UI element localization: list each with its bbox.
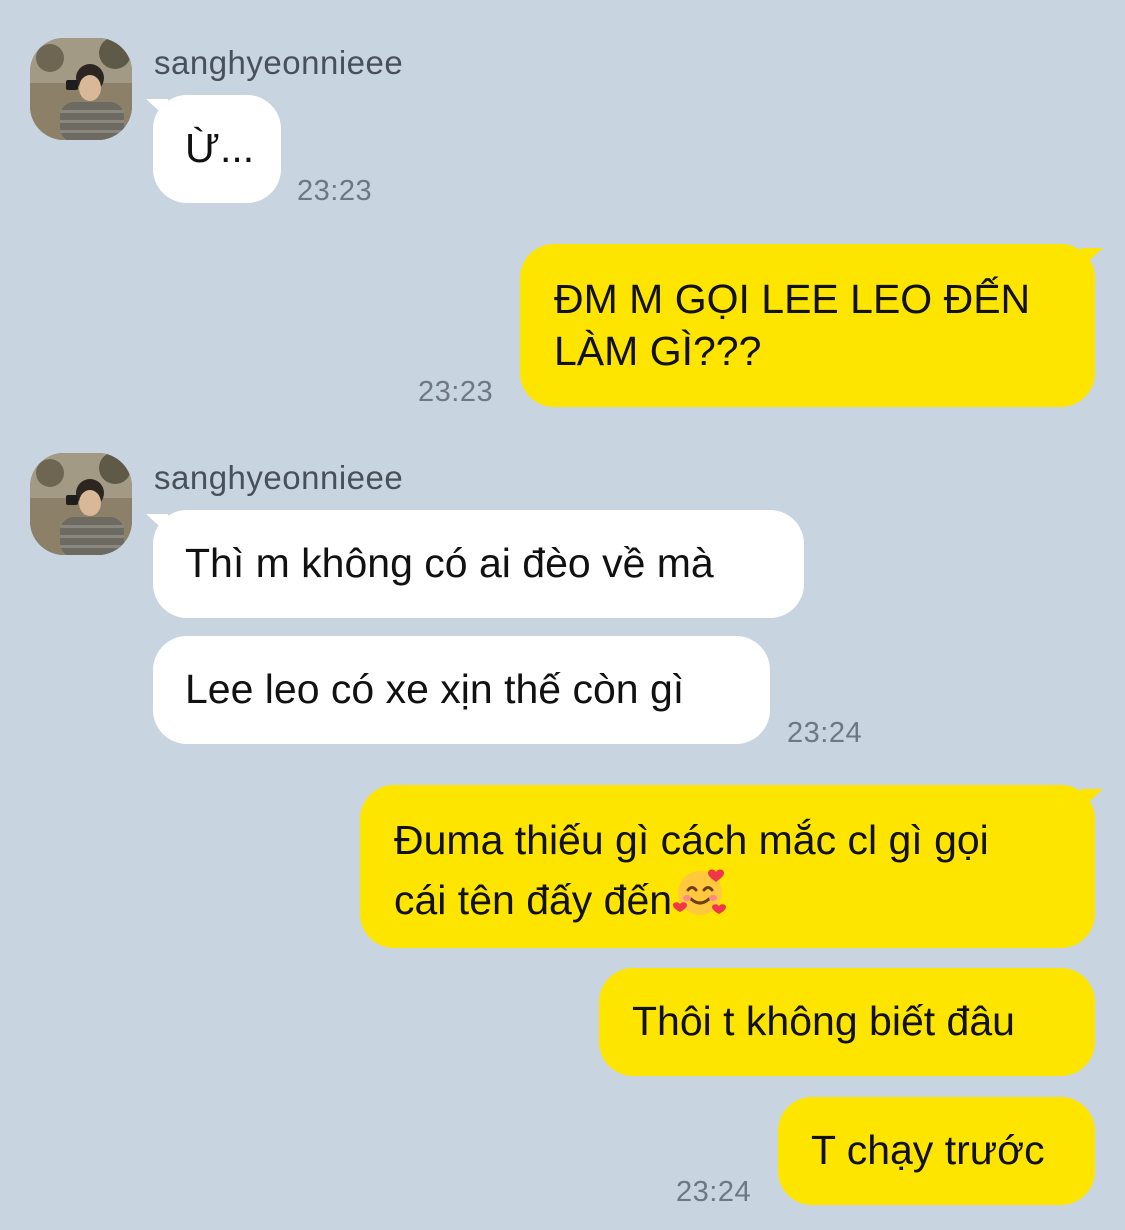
message-timestamp: 23:24 xyxy=(787,717,863,749)
message-text-line: ĐM M GỌI LEE LEO ĐẾN xyxy=(554,276,1031,322)
message-bubble-incoming[interactable]: Thì m không có ai đèo về mà xyxy=(153,510,804,618)
bubble-tail xyxy=(1081,789,1103,809)
message-bubble-outgoing[interactable]: Đuma thiếu gì cách mắc cl gì gọi cái tên… xyxy=(360,785,1095,948)
message-text: cái tên đấy đến xyxy=(394,877,673,923)
message-bubble-outgoing[interactable]: Thôi t không biết đâu xyxy=(599,968,1095,1076)
contact-avatar[interactable] xyxy=(30,453,132,555)
message-bubble-incoming[interactable]: Ừ... xyxy=(153,95,281,203)
message-text-line: cái tên đấy đến xyxy=(394,866,1061,930)
message-bubble-outgoing[interactable]: ĐM M GỌI LEE LEO ĐẾN LÀM GÌ??? xyxy=(520,244,1095,407)
message-text-line: LÀM GÌ??? xyxy=(554,328,762,374)
message-timestamp: 23:24 xyxy=(676,1176,752,1208)
message-timestamp: 23:23 xyxy=(418,376,494,408)
contact-avatar[interactable] xyxy=(30,38,132,140)
bubble-tail xyxy=(1081,248,1103,268)
message-bubble-outgoing[interactable]: T chạy trước xyxy=(778,1097,1095,1205)
chat-thread: sanghyeonnieee Ừ... 23:23 ĐM M GỌI LEE L… xyxy=(0,0,1125,1230)
message-text: T chạy trước xyxy=(811,1127,1045,1173)
message-text: Thôi t không biết đâu xyxy=(632,998,1015,1044)
message-text-line: Đuma thiếu gì cách mắc cl gì gọi xyxy=(394,817,989,863)
sender-name: sanghyeonnieee xyxy=(154,459,404,496)
sender-name: sanghyeonnieee xyxy=(154,44,404,81)
message-text: Lee leo có xe xịn thế còn gì xyxy=(185,666,685,712)
message-timestamp: 23:23 xyxy=(297,175,373,207)
message-text: Thì m không có ai đèo về mà xyxy=(185,540,714,586)
message-bubble-incoming[interactable]: Lee leo có xe xịn thế còn gì xyxy=(153,636,770,744)
smiling-face-with-hearts-icon xyxy=(672,866,728,930)
message-text: Ừ... xyxy=(185,125,255,171)
